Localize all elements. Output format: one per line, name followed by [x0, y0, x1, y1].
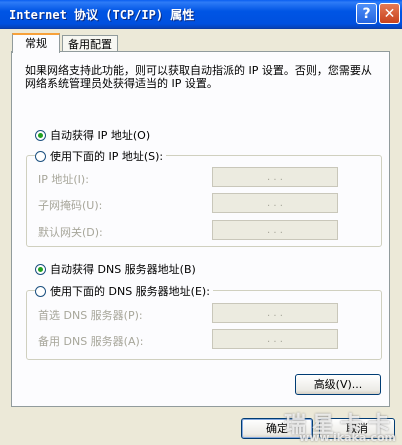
preferred-dns-value: . . . [267, 307, 283, 319]
preferred-dns-field[interactable]: . . . [212, 303, 338, 323]
auto-dns-label: 自动获得 DNS 服务器地址(B) [50, 263, 196, 276]
subnet-mask-field[interactable]: . . . [212, 193, 338, 213]
subnet-mask-label: 子网掩码(U): [38, 199, 103, 212]
watermark-url: www.ikaka.com [299, 431, 396, 444]
close-button[interactable]: ✕ [379, 3, 400, 24]
help-button[interactable]: ? [356, 3, 377, 24]
auto-ip-label: 自动获得 IP 地址(O) [50, 129, 151, 142]
alternate-dns-field[interactable]: . . . [212, 329, 338, 349]
tab-general[interactable]: 常规 [12, 33, 60, 53]
default-gateway-value: . . . [267, 224, 283, 236]
window-title: Internet 协议 (TCP/IP) 属性 [9, 8, 195, 22]
radio-unselected-icon [35, 285, 46, 297]
auto-ip-radio[interactable]: 自动获得 IP 地址(O) [35, 127, 150, 143]
advanced-button[interactable]: 高级(V)... [295, 374, 381, 395]
close-icon: ✕ [383, 6, 396, 22]
watermark: 瑞星卡卡 www.ikaka.com [284, 407, 396, 444]
manual-dns-label: 使用下面的 DNS 服务器地址(E): [50, 285, 210, 298]
manual-ip-radio[interactable]: 使用下面的 IP 地址(S): [35, 148, 167, 164]
subnet-mask-value: . . . [267, 197, 283, 209]
radio-selected-icon [35, 129, 46, 141]
help-icon: ? [362, 6, 371, 22]
preferred-dns-label: 首选 DNS 服务器(P): [38, 309, 143, 322]
tab-general-label: 常规 [25, 37, 47, 50]
description-text: 如果网络支持此功能，则可以获取自动指派的 IP 设置。否则，您需要从网络系统管理… [25, 64, 372, 90]
manual-dns-radio[interactable]: 使用下面的 DNS 服务器地址(E): [35, 283, 213, 299]
auto-dns-radio[interactable]: 自动获得 DNS 服务器地址(B) [35, 261, 196, 277]
dns-group-box [26, 290, 382, 360]
alternate-dns-label: 备用 DNS 服务器(A): [38, 335, 144, 348]
alternate-dns-value: . . . [267, 333, 283, 345]
ip-address-value: . . . [267, 171, 283, 183]
radio-unselected-icon [35, 150, 46, 162]
title-bar[interactable]: Internet 协议 (TCP/IP) 属性 ? ✕ [0, 0, 402, 29]
radio-selected-icon [35, 263, 46, 275]
default-gateway-label: 默认网关(D): [38, 226, 103, 239]
manual-ip-label: 使用下面的 IP 地址(S): [50, 150, 164, 163]
ip-address-label: IP 地址(I): [38, 173, 89, 186]
default-gateway-field[interactable]: . . . [212, 220, 338, 240]
tab-alternate-config-label: 备用配置 [68, 38, 112, 51]
tab-alternate-config[interactable]: 备用配置 [62, 35, 118, 52]
ip-address-field[interactable]: . . . [212, 167, 338, 187]
